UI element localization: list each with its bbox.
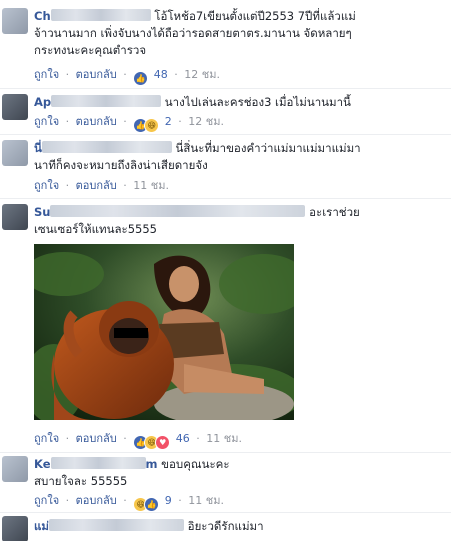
comment-text: อะเราช่วย xyxy=(309,205,360,219)
comment-body: Ch โอ้โหช้อ7เขียนตั้งแต่ปี2553 7ปีที่แล้… xyxy=(34,8,441,59)
divider xyxy=(0,88,451,89)
reply-link[interactable]: ตอบกลับ xyxy=(76,179,117,192)
avatar[interactable] xyxy=(2,94,28,120)
commenter-name[interactable]: แม่ xyxy=(34,519,49,533)
thumbs-up-icon: 👍 xyxy=(144,497,160,512)
comment-text: ขอบคุณนะคะ xyxy=(161,457,230,471)
like-link[interactable]: ถูกใจ xyxy=(34,179,59,192)
blurred-name xyxy=(50,457,146,469)
commenter-name-tail[interactable]: m xyxy=(146,457,158,471)
divider xyxy=(0,512,451,513)
blurred-name xyxy=(49,519,184,531)
comment-body: Ke m ขอบคุณนะคะ สบายใจละ 55555 xyxy=(34,456,441,490)
comment-text: นี่สิ่นะที่มาของคำว่าแม่มาแม่มาแม่มา xyxy=(175,141,361,155)
avatar[interactable] xyxy=(2,8,28,34)
reply-link[interactable]: ตอบกลับ xyxy=(76,68,117,81)
blurred-name xyxy=(50,205,306,217)
attached-photo[interactable] xyxy=(34,244,294,420)
timestamp[interactable]: 11 ชม. xyxy=(188,494,224,507)
timestamp[interactable]: 12 ชม. xyxy=(188,115,224,128)
commenter-name[interactable]: Ap xyxy=(34,95,51,109)
reactions[interactable]: 👍 xyxy=(133,71,149,86)
reaction-count[interactable]: 46 xyxy=(176,432,190,445)
commenter-name[interactable]: Su xyxy=(34,205,50,219)
comment-actions: ถูกใจ · ตอบกลับ · 👍 😆 2 · 12 ชม. xyxy=(34,115,224,133)
reply-link[interactable]: ตอบกลับ xyxy=(76,494,117,507)
like-link[interactable]: ถูกใจ xyxy=(34,494,59,507)
reply-link[interactable]: ตอบกลับ xyxy=(76,115,117,128)
comment-text: จ้าวนานมาก เพิ่งจับนางได้ถือว่ารอดสายตาต… xyxy=(34,26,352,40)
blurred-name xyxy=(50,9,151,21)
comment-actions: ถูกใจ · ตอบกลับ · 👍 48 · 12 ชม. xyxy=(34,68,220,86)
photo-image xyxy=(34,244,294,420)
commenter-name[interactable]: Ch xyxy=(34,9,51,23)
comment-body: นี่ นี่สิ่นะที่มาของคำว่าแม่มาแม่มาแม่มา… xyxy=(34,140,441,174)
comment-text: โอ้โหช้อ7เขียนตั้งแต่ปี2553 7ปีที่แล้วแม… xyxy=(154,9,356,23)
thumbs-up-icon: 👍 xyxy=(133,71,149,86)
avatar[interactable] xyxy=(2,516,28,541)
reaction-count[interactable]: 48 xyxy=(154,68,168,81)
divider xyxy=(0,452,451,453)
reaction-count[interactable]: 2 xyxy=(165,115,172,128)
comment-body: Ap นางไปเล่นละครช่อง3 เมื่อไม่นานมานี้ xyxy=(34,94,441,111)
avatar[interactable] xyxy=(2,204,28,230)
comment-body: Su อะเราช่วย เซนเซอร์ให้แทนละ5555 xyxy=(34,204,441,238)
comment-actions: ถูกใจ · ตอบกลับ · 11 ชม. xyxy=(34,179,169,192)
avatar[interactable] xyxy=(2,456,28,482)
comment-actions: ถูกใจ · ตอบกลับ · 😆 👍 9 · 11 ชม. xyxy=(34,494,224,512)
comment-text: อิยะวดีรักแม่มา xyxy=(187,519,264,533)
reactions[interactable]: 😆 👍 xyxy=(133,497,160,512)
comment-text: เซนเซอร์ให้แทนละ5555 xyxy=(34,222,157,236)
reaction-count[interactable]: 9 xyxy=(165,494,172,507)
comment-actions: ถูกใจ · ตอบกลับ · 👍 😆 ♥ 46 · 11 ชม. xyxy=(34,432,242,450)
timestamp[interactable]: 12 ชม. xyxy=(184,68,220,81)
like-link[interactable]: ถูกใจ xyxy=(34,68,59,81)
divider xyxy=(0,198,451,199)
like-link[interactable]: ถูกใจ xyxy=(34,115,59,128)
reactions[interactable]: 👍 😆 xyxy=(133,118,160,133)
comment-body: แม่ อิยะวดีรักแม่มา xyxy=(34,518,441,535)
commenter-name[interactable]: นี่ xyxy=(34,141,42,155)
reply-link[interactable]: ตอบกลับ xyxy=(76,432,117,445)
like-link[interactable]: ถูกใจ xyxy=(34,432,59,445)
heart-icon: ♥ xyxy=(155,435,171,450)
comment-text: กระทงนะคะคุณตำรวจ xyxy=(34,43,147,57)
comment-text: นางไปเล่นละครช่อง3 เมื่อไม่นานมานี้ xyxy=(164,95,351,109)
comment-text: สบายใจละ 55555 xyxy=(34,474,128,488)
divider xyxy=(0,134,451,135)
blurred-name xyxy=(51,95,162,107)
commenter-name[interactable]: Ke xyxy=(34,457,51,471)
avatar[interactable] xyxy=(2,140,28,166)
timestamp[interactable]: 11 ชม. xyxy=(206,432,242,445)
haha-face-icon: 😆 xyxy=(144,118,160,133)
comment-thread: Ch โอ้โหช้อ7เขียนตั้งแต่ปี2553 7ปีที่แล้… xyxy=(0,0,451,541)
timestamp[interactable]: 11 ชม. xyxy=(133,179,169,192)
comment-text: นาทีก็คงจะหมายถึงลิงน่าเสียดายจัง xyxy=(34,158,208,172)
reactions[interactable]: 👍 😆 ♥ xyxy=(133,435,171,450)
blurred-name xyxy=(41,141,172,153)
